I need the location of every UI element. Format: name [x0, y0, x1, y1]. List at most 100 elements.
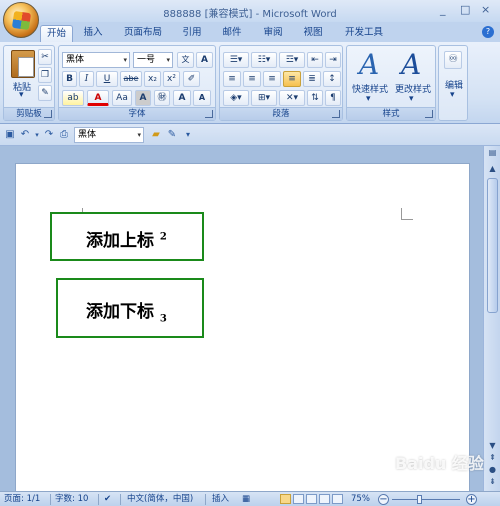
bullets-icon[interactable]: ☰▾ — [223, 52, 249, 68]
outline-view-button[interactable] — [319, 494, 330, 504]
decrease-indent-icon[interactable]: ⇤ — [307, 52, 323, 68]
clear-format-icon[interactable]: ✐ — [183, 71, 200, 87]
shrink-font-button[interactable]: A — [193, 90, 211, 106]
page-count[interactable]: 页面: 1/1 — [4, 492, 40, 506]
maximize-button[interactable]: □ — [460, 3, 470, 16]
highlight-icon[interactable]: ab — [62, 90, 84, 106]
styles-launcher-icon[interactable] — [425, 110, 433, 118]
editing-dropdown-icon[interactable]: ▾ — [450, 90, 455, 100]
zoom-slider-thumb[interactable] — [417, 495, 422, 504]
insert-mode[interactable]: 插入 — [212, 492, 229, 506]
tab-review[interactable]: 审阅 — [259, 25, 287, 42]
language-indicator[interactable]: 中文(简体，中国) — [127, 492, 193, 506]
align-left-icon[interactable]: ≡ — [223, 71, 241, 87]
font-name-select[interactable]: 黑体 ▾ — [62, 52, 130, 68]
previous-page-icon[interactable]: ⇞ — [484, 453, 500, 462]
tab-insert[interactable]: 插入 — [78, 25, 108, 42]
zoom-out-button[interactable]: − — [378, 494, 389, 505]
show-marks-icon[interactable]: ¶ — [325, 90, 341, 106]
clipboard-launcher-icon[interactable] — [44, 110, 52, 118]
tab-page-layout[interactable]: 页面布局 — [118, 25, 168, 42]
multilevel-list-icon[interactable]: ☲▾ — [279, 52, 305, 68]
change-styles-icon[interactable]: A — [401, 48, 421, 81]
macro-record-icon[interactable]: ▦ — [242, 492, 250, 506]
paragraph-launcher-icon[interactable] — [332, 110, 340, 118]
align-right-icon[interactable]: ≡ — [263, 71, 281, 87]
quick-styles-icon[interactable]: A — [359, 48, 379, 81]
vertical-scrollbar[interactable]: ▤ ▲ ▼ ⇞ ● ⇟ — [483, 146, 500, 491]
enclose-char-icon[interactable]: ㊖ — [154, 90, 170, 106]
help-icon[interactable]: ? — [482, 26, 494, 38]
tab-view[interactable]: 视图 — [299, 25, 327, 42]
char-shading-button[interactable]: A — [135, 90, 151, 106]
font-size-select[interactable]: 一号 ▾ — [133, 52, 173, 68]
grow-font-button[interactable]: A — [173, 90, 191, 106]
tab-mailings[interactable]: 邮件 — [218, 25, 246, 42]
open-folder-icon[interactable]: ▰ — [150, 129, 162, 141]
draft-view-button[interactable] — [332, 494, 343, 504]
print-layout-view-button[interactable] — [280, 494, 291, 504]
browse-object-icon[interactable]: ● — [484, 465, 500, 474]
customize-qat-icon[interactable]: ▾ — [182, 129, 194, 141]
bold-button[interactable]: B — [62, 71, 77, 87]
italic-button[interactable]: I — [79, 71, 94, 87]
font-color-icon[interactable]: A — [87, 90, 109, 106]
phonetic-guide-icon[interactable]: 文 — [177, 52, 194, 68]
qat-font-select[interactable]: 黑体 ▾ — [74, 127, 144, 143]
office-button[interactable] — [3, 2, 39, 38]
char-border-icon[interactable]: A — [196, 52, 213, 68]
quick-styles-dropdown-icon[interactable]: ▾ — [366, 94, 371, 104]
tab-home[interactable]: 开始 — [40, 25, 73, 42]
subscript-button[interactable]: x₂ — [144, 71, 161, 87]
window-title: 888888 [兼容模式] - Microsoft Word — [163, 9, 337, 20]
save-icon[interactable]: ▣ — [4, 129, 16, 141]
zoom-level[interactable]: 75% — [351, 492, 370, 506]
borders-icon[interactable]: ⊞▾ — [251, 90, 277, 106]
minimize-button[interactable]: _ — [440, 3, 446, 16]
sort-icon[interactable]: ⇅ — [307, 90, 323, 106]
superscript-textbox[interactable]: 添加上标 2 — [50, 212, 204, 261]
proofing-icon[interactable]: ✔ — [104, 492, 111, 506]
strikethrough-button[interactable]: abe — [120, 71, 142, 87]
margin-marker-top-right — [401, 208, 413, 220]
document-page[interactable]: 添加上标 2 添加下标 3 — [15, 163, 470, 491]
next-page-icon[interactable]: ⇟ — [484, 477, 500, 486]
print-preview-icon[interactable]: ⎙ — [58, 129, 70, 141]
binoculars-icon[interactable]: ♾ — [444, 51, 462, 69]
undo-icon[interactable]: ↶ — [19, 129, 31, 141]
distributed-icon[interactable]: ≣ — [303, 71, 321, 87]
copy-icon[interactable]: ❐ — [38, 67, 52, 83]
undo-dropdown-icon[interactable]: ▾ — [31, 129, 43, 141]
subscript-textbox[interactable]: 添加下标 3 — [56, 278, 204, 338]
align-center-icon[interactable]: ≡ — [243, 71, 261, 87]
word-count[interactable]: 字数: 10 — [55, 492, 88, 506]
zoom-in-button[interactable]: + — [466, 494, 477, 505]
increase-indent-icon[interactable]: ⇥ — [325, 52, 341, 68]
change-case-button[interactable]: Aa — [112, 90, 132, 106]
format-icon[interactable]: ✎ — [166, 129, 178, 141]
scroll-thumb[interactable] — [487, 178, 498, 313]
font-launcher-icon[interactable] — [205, 110, 213, 118]
tab-references[interactable]: 引用 — [178, 25, 206, 42]
redo-icon[interactable]: ↷ — [43, 129, 55, 141]
paste-dropdown-icon[interactable]: ▾ — [19, 90, 24, 100]
cut-icon[interactable]: ✂ — [38, 49, 52, 65]
web-layout-view-button[interactable] — [306, 494, 317, 504]
superscript-button[interactable]: x² — [163, 71, 180, 87]
format-painter-icon[interactable]: ✎ — [38, 85, 52, 101]
paste-icon[interactable] — [11, 50, 35, 78]
close-button[interactable]: × — [481, 3, 490, 16]
tab-developer[interactable]: 开发工具 — [340, 25, 388, 42]
zoom-slider-track[interactable] — [392, 499, 460, 500]
numbering-icon[interactable]: ☷▾ — [251, 52, 277, 68]
full-screen-view-button[interactable] — [293, 494, 304, 504]
line-spacing-icon[interactable]: ↕ — [323, 71, 341, 87]
change-styles-dropdown-icon[interactable]: ▾ — [409, 94, 414, 104]
justify-icon[interactable]: ≡ — [283, 71, 301, 87]
scroll-up-icon[interactable]: ▲ — [484, 164, 500, 173]
underline-button[interactable]: U — [96, 71, 118, 87]
chinese-layout-icon[interactable]: ✕▾ — [279, 90, 305, 106]
scroll-down-icon[interactable]: ▼ — [484, 441, 500, 450]
shading-icon[interactable]: ◈▾ — [223, 90, 249, 106]
ruler-toggle-icon[interactable]: ▤ — [484, 148, 500, 157]
